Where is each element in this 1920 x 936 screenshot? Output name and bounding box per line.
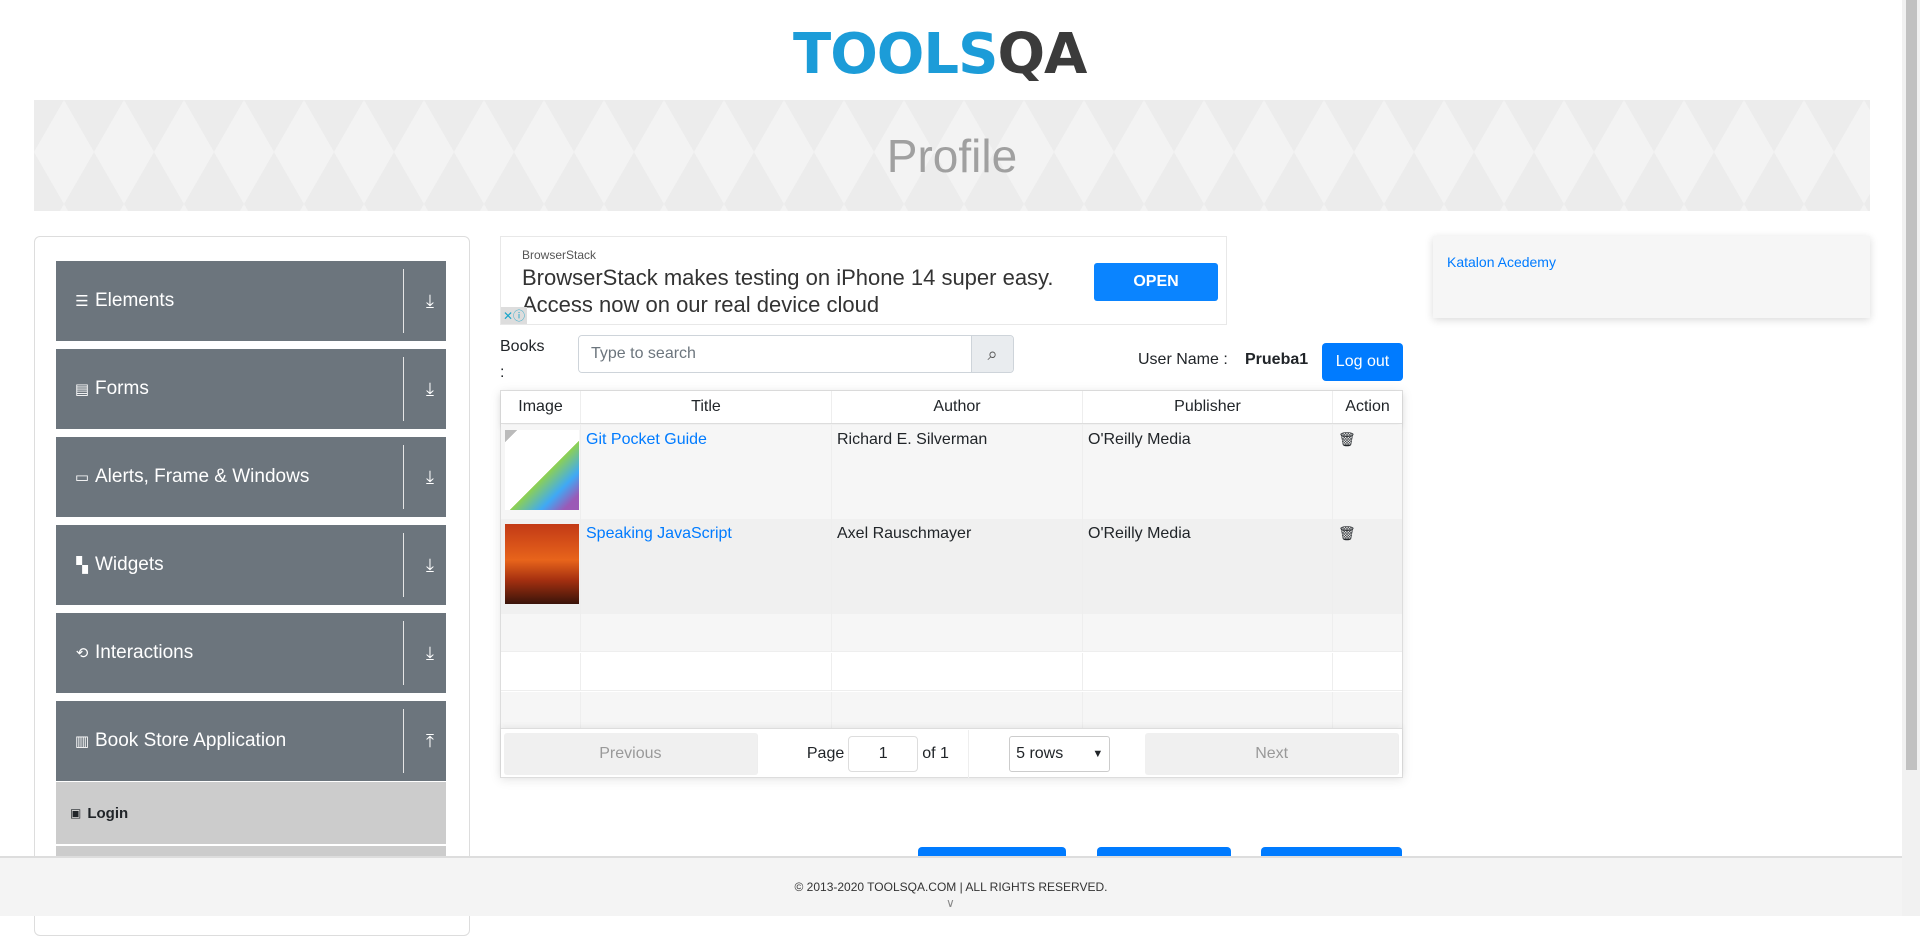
interactions-icon: ⟲	[75, 645, 89, 662]
delete-icon[interactable]: 🗑	[1333, 519, 1402, 614]
form-icon: ▤	[74, 381, 90, 398]
table-row-empty	[501, 653, 1402, 691]
hamburger-icon: ☰	[75, 293, 89, 310]
column-header-title[interactable]: Title	[581, 391, 832, 423]
delete-icon[interactable]: 🗑	[1333, 425, 1402, 519]
column-header-action[interactable]: Action	[1333, 391, 1402, 423]
table-row: Speaking JavaScript Axel Rauschmayer O'R…	[501, 519, 1402, 614]
rows-select[interactable]: 5 rows ▼	[1009, 735, 1111, 772]
books-table: Image Title Author Publisher Action Git …	[500, 390, 1403, 778]
footer: © 2013-2020 TOOLSQA.COM | ALL RIGHTS RES…	[0, 856, 1902, 916]
table-header: Image Title Author Publisher Action	[501, 391, 1402, 424]
table-row-empty	[501, 692, 1402, 728]
search-input[interactable]	[579, 336, 971, 372]
download-arrow-icon: ⤓	[426, 378, 434, 399]
book-author: Axel Rauschmayer	[832, 519, 1083, 614]
next-button[interactable]: Next	[1145, 732, 1399, 775]
username-value: Prueba1	[1245, 351, 1309, 368]
sidebar-group-elements[interactable]: ☰ Elements ⤓	[56, 261, 446, 341]
chevron-down-icon[interactable]: ∨	[946, 896, 955, 910]
books-label: Books :	[500, 338, 545, 381]
username-label: User Name :	[1138, 351, 1228, 368]
page-header-banner: Profile	[34, 100, 1870, 211]
upload-arrow-icon: ⤒	[426, 730, 434, 751]
toolsqa-logo[interactable]: TOOLS QA	[793, 18, 1115, 90]
book-publisher: O'Reilly Media	[1083, 519, 1333, 614]
scrollbar-thumb[interactable]	[1906, 0, 1917, 770]
search-icon[interactable]: ⌕	[971, 336, 1013, 372]
book-author: Richard E. Silverman	[832, 425, 1083, 519]
column-header-author[interactable]: Author	[832, 391, 1083, 423]
books-icon: ▥	[74, 733, 90, 750]
table-row-empty	[501, 614, 1402, 652]
search-box: ⌕	[578, 335, 1014, 373]
sidebar-group-widgets[interactable]: ▚ Widgets ⤓	[56, 525, 446, 605]
pagination: Previous Page 1 of 1 5 rows ▼ Next	[501, 728, 1402, 778]
html5-icon: ▣	[70, 806, 82, 820]
book-title-link[interactable]: Speaking JavaScript	[586, 525, 732, 542]
book-cover	[501, 519, 581, 614]
download-arrow-icon: ⤓	[426, 290, 434, 311]
download-arrow-icon: ⤓	[426, 554, 434, 575]
sidebar-item-login[interactable]: ▣ Login	[56, 782, 446, 844]
download-arrow-icon: ⤓	[426, 642, 434, 663]
widgets-icon: ▚	[76, 557, 88, 574]
book-publisher: O'Reilly Media	[1083, 425, 1333, 519]
book-cover	[501, 425, 581, 519]
katalon-ad[interactable]: Katalon Acedemy	[1433, 236, 1870, 318]
sidebar-group-alerts[interactable]: ▭ Alerts, Frame & Windows ⤓	[56, 437, 446, 517]
ad-close-icon[interactable]: ✕ⓘ	[501, 307, 528, 324]
chevron-down-icon: ▼	[1092, 747, 1104, 760]
book-title-link[interactable]: Git Pocket Guide	[586, 431, 707, 448]
window-icon: ▭	[74, 469, 90, 486]
browserstack-ad[interactable]: BrowserStack BrowserStack makes testing …	[500, 236, 1227, 325]
sidebar-group-book-store[interactable]: ▥ Book Store Application ⤒	[56, 701, 446, 781]
column-header-publisher[interactable]: Publisher	[1083, 391, 1333, 423]
download-arrow-icon: ⤓	[426, 466, 434, 487]
scrollbar[interactable]	[1902, 0, 1920, 916]
sidebar-group-forms[interactable]: ▤ Forms ⤓	[56, 349, 446, 429]
sidebar-group-interactions[interactable]: ⟲ Interactions ⤓	[56, 613, 446, 693]
page-input[interactable]: 1	[848, 735, 919, 772]
column-header-image[interactable]: Image	[501, 391, 581, 423]
previous-button[interactable]: Previous	[504, 732, 758, 775]
table-row: Git Pocket Guide Richard E. Silverman O'…	[501, 425, 1402, 519]
ad-open-button[interactable]: OPEN	[1094, 263, 1218, 301]
logout-button[interactable]: Log out	[1322, 343, 1403, 381]
page-title: Profile	[886, 129, 1018, 182]
